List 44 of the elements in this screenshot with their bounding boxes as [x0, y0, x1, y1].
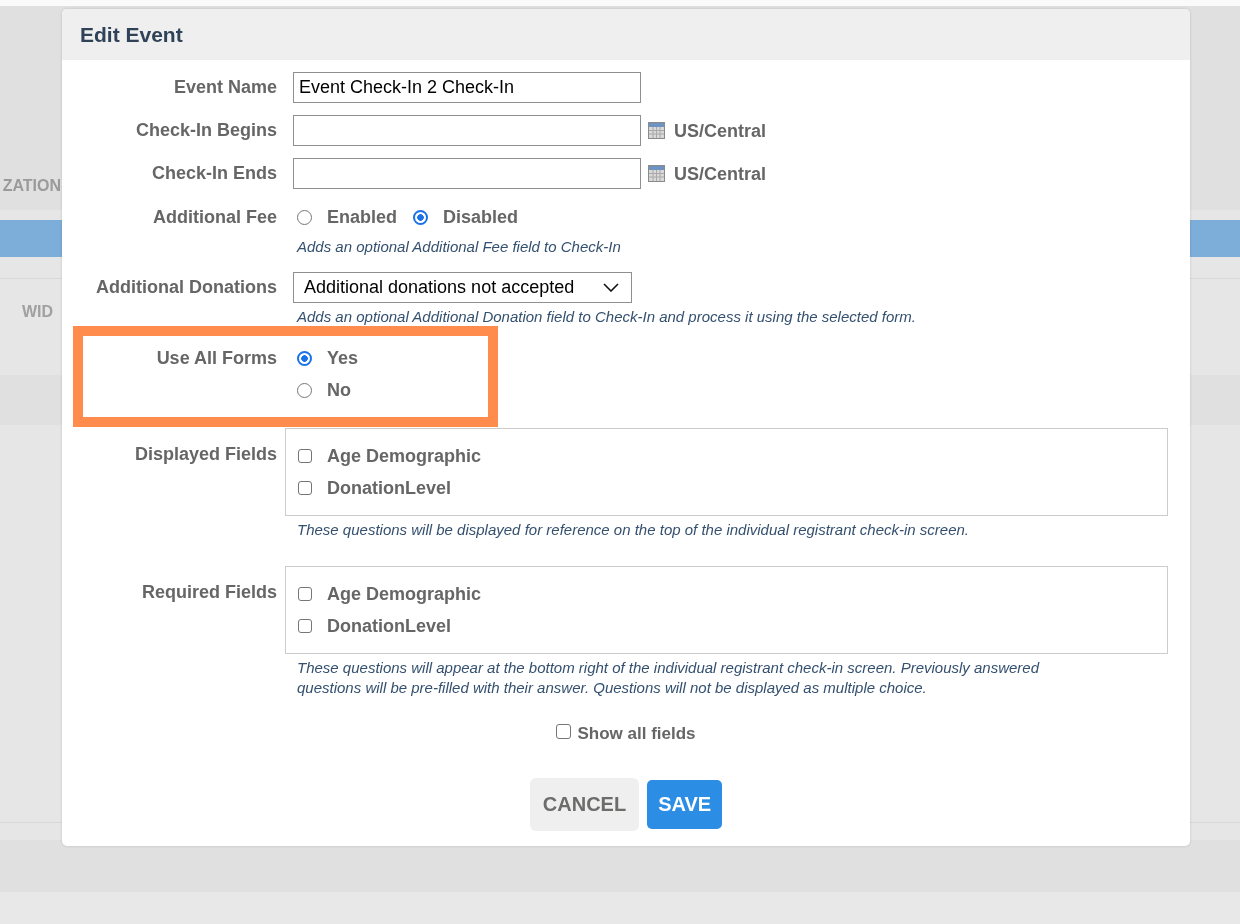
- radio-label[interactable]: Yes: [327, 347, 359, 369]
- field-label: Use All Forms: [156, 347, 277, 370]
- checkbox[interactable]: [298, 449, 312, 463]
- chevron-down-icon: [603, 283, 619, 292]
- timezone-label: US/Central: [674, 119, 767, 142]
- tab-label: WID: [22, 303, 54, 320]
- cancel-button[interactable]: CANCEL: [529, 778, 640, 831]
- field-label: Displayed Fields: [134, 444, 277, 464]
- date-field[interactable]: [293, 158, 641, 189]
- checkbox-label[interactable]: Age Demographic: [327, 445, 482, 467]
- radio-button[interactable]: [297, 350, 312, 366]
- field-label: Check-In Begins: [135, 119, 277, 142]
- calendar-icon[interactable]: [648, 122, 665, 139]
- save-button[interactable]: SAVE: [647, 780, 723, 829]
- checkbox-label[interactable]: DonationLevel: [327, 477, 451, 499]
- dropdown[interactable]: Additional donations not accepted: [293, 272, 632, 303]
- help-text: Adds an optional Additional Donation field to Check-In and process it using the selected form.: [295, 308, 917, 326]
- help-text: These questions will appear at the bottom right of the individual registrant check-in screen. Previously answered questions will be pre-filled with their answer. Questions will not be displayed as multiple choice.: [296, 658, 1041, 698]
- checkbox-label[interactable]: DonationLevel: [327, 615, 451, 637]
- radio-button[interactable]: [297, 382, 312, 398]
- help-text: These questions will be displayed for reference on the top of the individual registrant check-in screen.: [296, 520, 971, 540]
- dialog-title: Edit Event: [80, 21, 183, 48]
- radio-button[interactable]: [413, 209, 428, 225]
- checkbox[interactable]: [298, 619, 312, 633]
- date-field[interactable]: [293, 115, 641, 146]
- timezone-label: US/Central: [674, 162, 767, 185]
- checkbox[interactable]: [298, 587, 312, 601]
- checkbox[interactable]: [556, 723, 572, 739]
- field-label: Required Fields: [141, 582, 277, 602]
- checkbox[interactable]: [298, 481, 312, 495]
- text-field[interactable]: Event Check-In 2 Check-In: [293, 72, 641, 103]
- calendar-icon[interactable]: [648, 165, 665, 182]
- help-text: Adds an optional Additional Fee field to Check-In: [295, 238, 622, 256]
- radio-label[interactable]: Disabled: [443, 206, 519, 228]
- checkbox-label[interactable]: Show all fields: [577, 724, 696, 744]
- checkbox-label[interactable]: Age Demographic: [327, 583, 482, 605]
- radio-label[interactable]: No: [327, 379, 351, 401]
- field-label: Additional Fee: [153, 206, 277, 229]
- radio-button[interactable]: [297, 209, 312, 225]
- field-label: Event Name: [173, 76, 277, 99]
- field-label: Additional Donations: [96, 276, 277, 299]
- section-heading: ZATION: [2, 176, 61, 196]
- radio-label[interactable]: Enabled: [327, 206, 397, 228]
- field-label: Check-In Ends: [151, 162, 277, 185]
